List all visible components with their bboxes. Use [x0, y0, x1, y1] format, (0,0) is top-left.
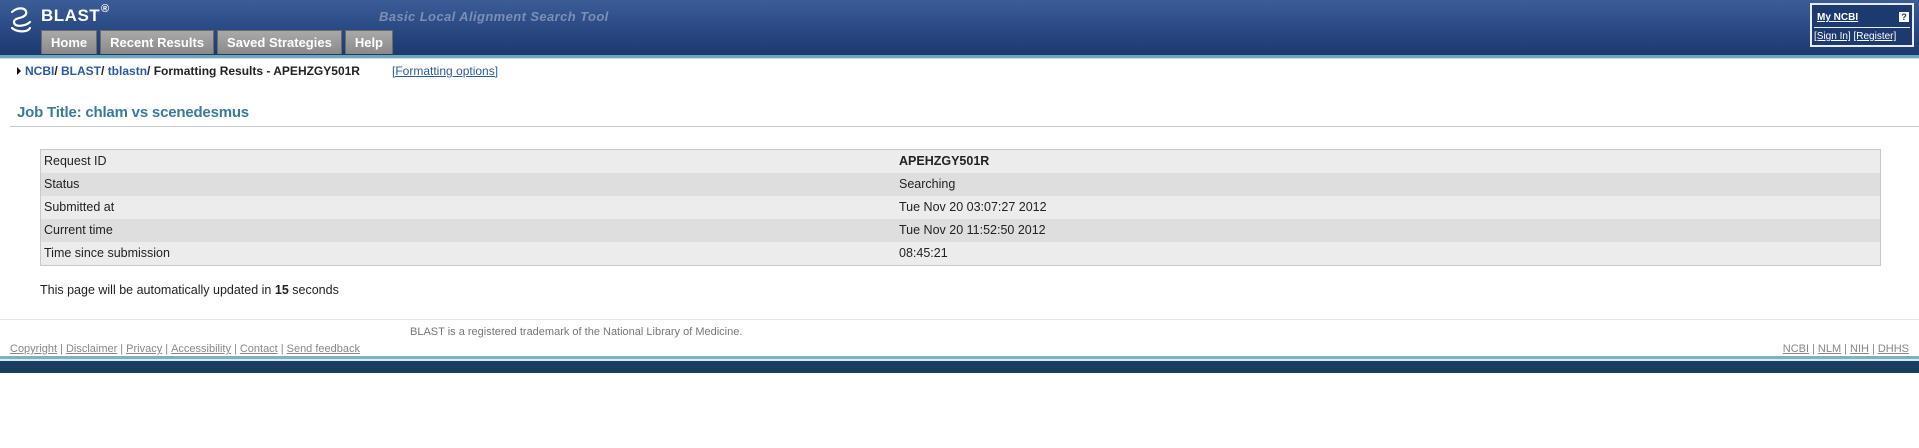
header-underline-light — [0, 58, 1919, 59]
footer-separator: | — [120, 343, 124, 355]
account-links: [Sign In] [Register] — [1814, 31, 1896, 42]
table-row: Time since submission 08:45:21 — [41, 242, 1880, 265]
update-seconds: 15 — [274, 283, 289, 297]
footer-links-right: NCBI | NLM | NIH | DHHS — [1783, 343, 1909, 355]
job-title: Job Title: chlam vs scenedesmus — [17, 104, 249, 121]
row-label: Status — [44, 177, 80, 191]
help-icon[interactable]: ? — [1899, 12, 1909, 22]
nav-home-button[interactable]: Home — [41, 30, 98, 54]
row-label: Submitted at — [44, 200, 115, 214]
update-suffix: seconds — [292, 283, 339, 297]
status-value: Searching — [899, 177, 956, 191]
row-label: Current time — [44, 223, 113, 237]
trademark-notice: BLAST is a registered trademark of the N… — [410, 326, 743, 338]
table-row: Request ID APEHZGY501R — [41, 150, 1880, 173]
current-time-value: Tue Nov 20 11:52:50 2012 — [899, 223, 1046, 237]
nav-help-button[interactable]: Help — [344, 30, 393, 54]
nav-recent-results-button[interactable]: Recent Results — [100, 30, 215, 54]
breadcrumb-separator: / — [101, 64, 108, 78]
footer-separator: | — [60, 343, 63, 355]
footer-dhhs-link[interactable]: DHHS — [1878, 343, 1909, 355]
footer-accessibility-link[interactable]: Accessibility — [171, 343, 231, 355]
breadcrumb-tblastn-link[interactable]: tblastn — [108, 64, 147, 78]
breadcrumb-blast-link[interactable]: BLAST — [61, 64, 101, 78]
title-divider — [10, 126, 1919, 127]
row-label: Request ID — [44, 154, 107, 168]
table-row: Current time Tue Nov 20 11:52:50 2012 — [41, 219, 1880, 242]
footer-divider — [0, 319, 1919, 320]
footer-nlm-link[interactable]: NLM — [1818, 343, 1841, 355]
my-ncbi-header: My NCBI ? — [1815, 8, 1909, 26]
footer-separator: | — [165, 343, 169, 355]
my-ncbi-link[interactable]: My NCBI — [1817, 12, 1858, 23]
blast-logo-icon — [10, 7, 32, 33]
request-id-value: APEHZGY501R — [899, 154, 990, 168]
footer-privacy-link[interactable]: Privacy — [126, 343, 162, 355]
nav-saved-strategies-button[interactable]: Saved Strategies — [217, 30, 342, 54]
footer-nih-link[interactable]: NIH — [1850, 343, 1869, 355]
footer-separator: | — [1844, 343, 1848, 355]
footer-ncbi-link[interactable]: NCBI — [1783, 343, 1809, 355]
elapsed-time-value: 08:45:21 — [899, 246, 948, 260]
footer-separator: | — [1812, 343, 1815, 355]
tagline: Basic Local Alignment Search Tool — [379, 9, 609, 24]
status-table: Request ID APEHZGY501R Status Searching … — [40, 149, 1881, 266]
update-prefix: This page will be automatically updated … — [40, 283, 272, 297]
register-link[interactable]: [Register] — [1853, 31, 1896, 42]
footer-send-feedback-link[interactable]: Send feedback — [287, 343, 360, 355]
sign-in-link[interactable]: [Sign In] — [1814, 31, 1851, 42]
main-nav: Home Recent Results Saved Strategies Hel… — [41, 30, 393, 54]
table-row: Status Searching — [41, 173, 1880, 196]
footer-separator: | — [280, 343, 284, 355]
registered-mark: ® — [101, 3, 110, 15]
submitted-at-value: Tue Nov 20 03:07:27 2012 — [899, 200, 1047, 214]
breadcrumb-separator: / — [54, 64, 62, 78]
row-label: Time since submission — [44, 246, 170, 260]
my-ncbi-box: My NCBI ? [Sign In] [Register] — [1810, 3, 1914, 47]
formatting-options-link[interactable]: [Formatting options] — [392, 64, 498, 78]
footer-links-left: Copyright | Disclaimer | Privacy | Accessibili… — [10, 343, 360, 355]
divider — [1814, 27, 1910, 28]
table-row: Submitted at Tue Nov 20 03:07:27 2012 — [41, 196, 1880, 219]
footer-disclaimer-link[interactable]: Disclaimer — [66, 343, 117, 355]
footer-separator: | — [1871, 343, 1875, 355]
breadcrumb-separator: / — [147, 64, 154, 78]
header-banner: BLAST ® Basic Local Alignment Search Too… — [0, 0, 1919, 55]
breadcrumb-current: Formatting Results - APEHZGY501R — [153, 64, 360, 78]
footer-contact-link[interactable]: Contact — [240, 343, 278, 355]
breadcrumb-ncbi-link[interactable]: NCBI — [25, 64, 54, 78]
auto-update-message: This page will be automatically updated … — [40, 283, 339, 297]
footer-separator: | — [233, 343, 237, 355]
breadcrumb-arrow-icon — [17, 67, 21, 75]
breadcrumb: NCBI / BLAST / tblastn / Formatting Results… — [17, 64, 360, 78]
blast-logo-text[interactable]: BLAST — [41, 6, 100, 26]
footer-stripe-dark — [0, 361, 1919, 373]
footer-copyright-link[interactable]: Copyright — [10, 343, 57, 355]
